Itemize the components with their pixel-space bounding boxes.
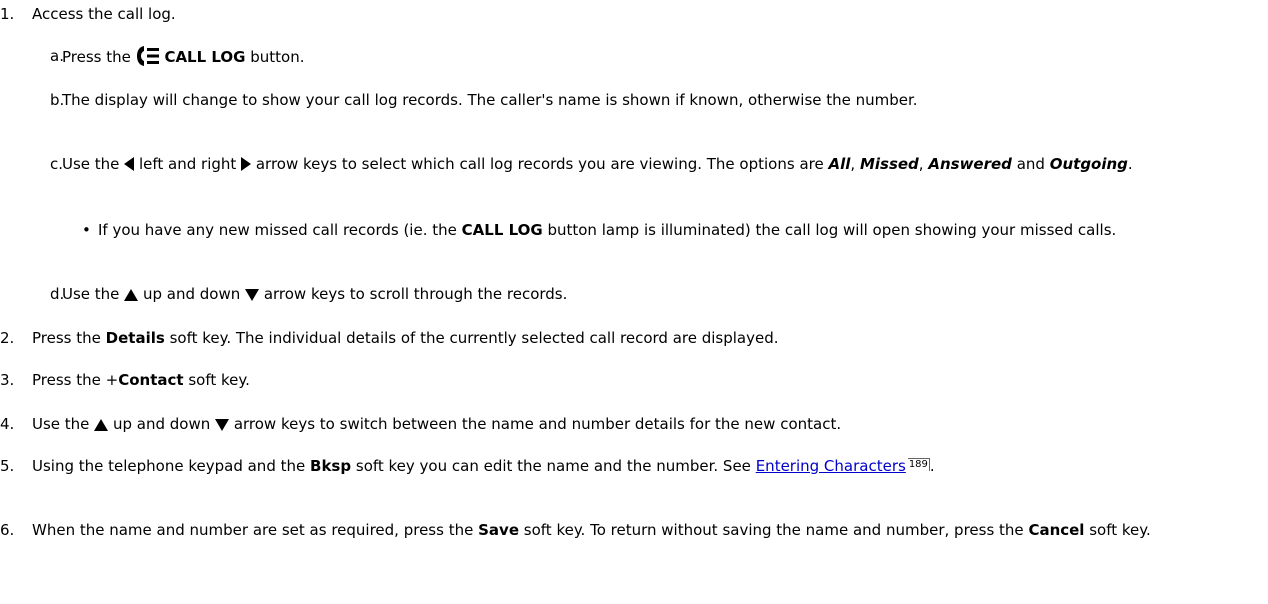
call-log-label: CALL LOG xyxy=(164,48,246,66)
step-text: Using the telephone keypad and the Bksp … xyxy=(32,457,935,475)
option-all: All xyxy=(828,155,851,173)
document: 1. Access the call log. a. Press the CAL… xyxy=(0,0,1268,604)
step-text: Use the left and right arrow keys to sel… xyxy=(62,155,1133,173)
call-log-label: CALL LOG xyxy=(461,221,543,239)
step-1: 1. Access the call log. xyxy=(0,4,176,24)
down-arrow-icon xyxy=(245,289,260,301)
option-missed: Missed xyxy=(859,155,919,173)
step-number: 5. xyxy=(0,457,15,475)
right-arrow-icon xyxy=(241,157,252,171)
call-log-icon xyxy=(136,46,159,66)
bullet-text: If you have any new missed call records … xyxy=(98,221,1117,239)
option-answered: Answered xyxy=(928,155,1012,173)
step-1b: b. The display will change to show your … xyxy=(0,90,1252,110)
step-text: Press the Details soft key. The individu… xyxy=(32,329,779,347)
cancel-softkey-label: Cancel xyxy=(1028,521,1085,539)
step-1c: c. Use the left and right arrow keys to … xyxy=(0,154,1252,174)
step-text: The display will change to show your cal… xyxy=(62,91,918,109)
up-arrow-icon xyxy=(94,419,109,431)
step-letter: d. xyxy=(50,285,65,303)
step-text: Press the +Contact soft key. xyxy=(32,371,250,389)
step-number: 3. xyxy=(0,371,15,389)
step-text: Access the call log. xyxy=(32,5,176,23)
bullet-item: • If you have any new missed call record… xyxy=(82,220,1258,240)
step-number: 1. xyxy=(0,5,15,23)
step-5: 5. Using the telephone keypad and the Bk… xyxy=(0,456,1250,476)
step-number: 6. xyxy=(0,521,15,539)
step-number: 4. xyxy=(0,415,15,433)
left-arrow-icon xyxy=(124,157,135,171)
step-letter: b. xyxy=(50,91,65,109)
down-arrow-icon xyxy=(215,419,230,431)
step-2: 2. Press the Details soft key. The indiv… xyxy=(0,328,779,348)
step-4: 4. Use the up and down arrow keys to swi… xyxy=(0,414,841,434)
step-letter: a. xyxy=(50,47,64,65)
step-text: Press the CALL LOG button. xyxy=(62,46,305,66)
step-text: When the name and number are set as requ… xyxy=(32,521,1151,539)
bullet-icon: • xyxy=(82,221,91,239)
step-1a: a. Press the CALL LOG button. xyxy=(0,46,1252,67)
option-outgoing: Outgoing xyxy=(1049,155,1128,173)
step-6: 6. When the name and number are set as r… xyxy=(0,520,1250,540)
bksp-softkey-label: Bksp xyxy=(310,457,352,475)
up-arrow-icon xyxy=(124,289,139,301)
step-number: 2. xyxy=(0,329,15,347)
step-letter: c. xyxy=(50,155,64,173)
details-softkey-label: Details xyxy=(105,329,165,347)
step-text: Use the up and down arrow keys to scroll… xyxy=(62,285,568,303)
step-text: Use the up and down arrow keys to switch… xyxy=(32,415,842,433)
entering-characters-link[interactable]: Entering Characters xyxy=(756,457,906,475)
step-1d: d. Use the up and down arrow keys to scr… xyxy=(0,284,1252,304)
contact-softkey-label: Contact xyxy=(118,371,184,389)
step-3: 3. Press the +Contact soft key. xyxy=(0,370,250,390)
save-softkey-label: Save xyxy=(478,521,519,539)
page-reference[interactable]: 189 xyxy=(907,458,930,471)
